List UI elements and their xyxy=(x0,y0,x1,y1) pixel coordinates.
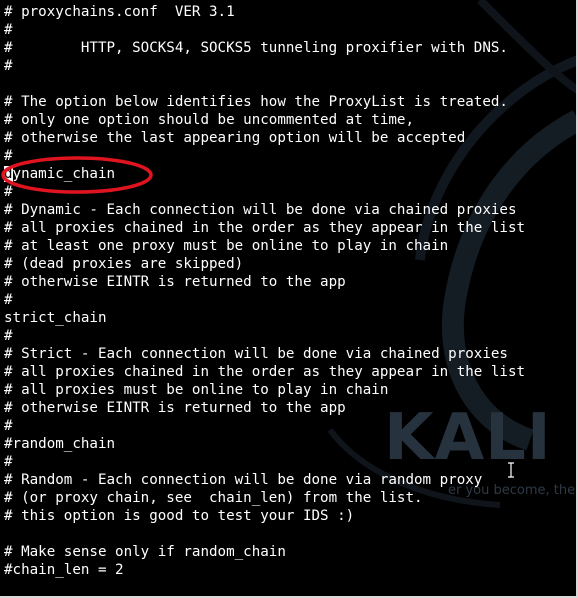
file-line[interactable]: # all proxies must be online to play in … xyxy=(4,381,525,399)
file-line[interactable]: # all proxies chained in the order as th… xyxy=(4,363,525,381)
file-line[interactable]: # xyxy=(4,417,525,435)
file-line[interactable]: # proxychains.conf VER 3.1 xyxy=(4,3,525,21)
file-line[interactable]: # (dead proxies are skipped) xyxy=(4,255,525,273)
file-line[interactable]: #chain_len = 2 xyxy=(4,561,525,579)
file-content[interactable]: # proxychains.conf VER 3.1 # # HTTP, SOCKS… xyxy=(4,3,525,579)
file-line[interactable]: dynamic_chain xyxy=(4,165,525,183)
file-line[interactable]: # all proxies chained in the order as th… xyxy=(4,219,525,237)
line-text: ynamic_chain xyxy=(12,166,116,182)
file-line[interactable]: # Strict - Each connection will be done … xyxy=(4,345,525,363)
file-line[interactable]: # only one option should be uncommented … xyxy=(4,111,525,129)
terminal-window[interactable]: KALI LI er you become, the m # proxychai… xyxy=(0,0,578,598)
file-line[interactable]: #random_chain xyxy=(4,435,525,453)
text-cursor: d xyxy=(4,166,13,182)
file-line[interactable]: # xyxy=(4,453,525,471)
file-line[interactable]: # this option is good to test your IDS :… xyxy=(4,507,525,525)
file-line[interactable]: # (or proxy chain, see chain_len) from t… xyxy=(4,489,525,507)
file-line[interactable]: # otherwise EINTR is returned to the app xyxy=(4,399,525,417)
file-line[interactable]: # Make sense only if random_chain xyxy=(4,543,525,561)
file-line[interactable]: # at least one proxy must be online to p… xyxy=(4,237,525,255)
file-line[interactable]: # xyxy=(4,147,525,165)
file-line[interactable]: # Random - Each connection will be done … xyxy=(4,471,525,489)
file-line[interactable]: # xyxy=(4,327,525,345)
file-line[interactable]: # HTTP, SOCKS4, SOCKS5 tunneling proxifi… xyxy=(4,39,525,57)
file-line[interactable] xyxy=(4,525,525,543)
file-line[interactable]: # xyxy=(4,183,525,201)
file-line[interactable]: strict_chain xyxy=(4,309,525,327)
file-line[interactable]: # otherwise the last appearing option wi… xyxy=(4,129,525,147)
file-line[interactable]: # xyxy=(4,291,525,309)
file-line[interactable]: # otherwise EINTR is returned to the app xyxy=(4,273,525,291)
file-line[interactable]: # The option below identifies how the Pr… xyxy=(4,93,525,111)
file-line[interactable] xyxy=(4,75,525,93)
file-line[interactable]: # xyxy=(4,21,525,39)
file-line[interactable]: # Dynamic - Each connection will be done… xyxy=(4,201,525,219)
file-line[interactable]: # xyxy=(4,57,525,75)
